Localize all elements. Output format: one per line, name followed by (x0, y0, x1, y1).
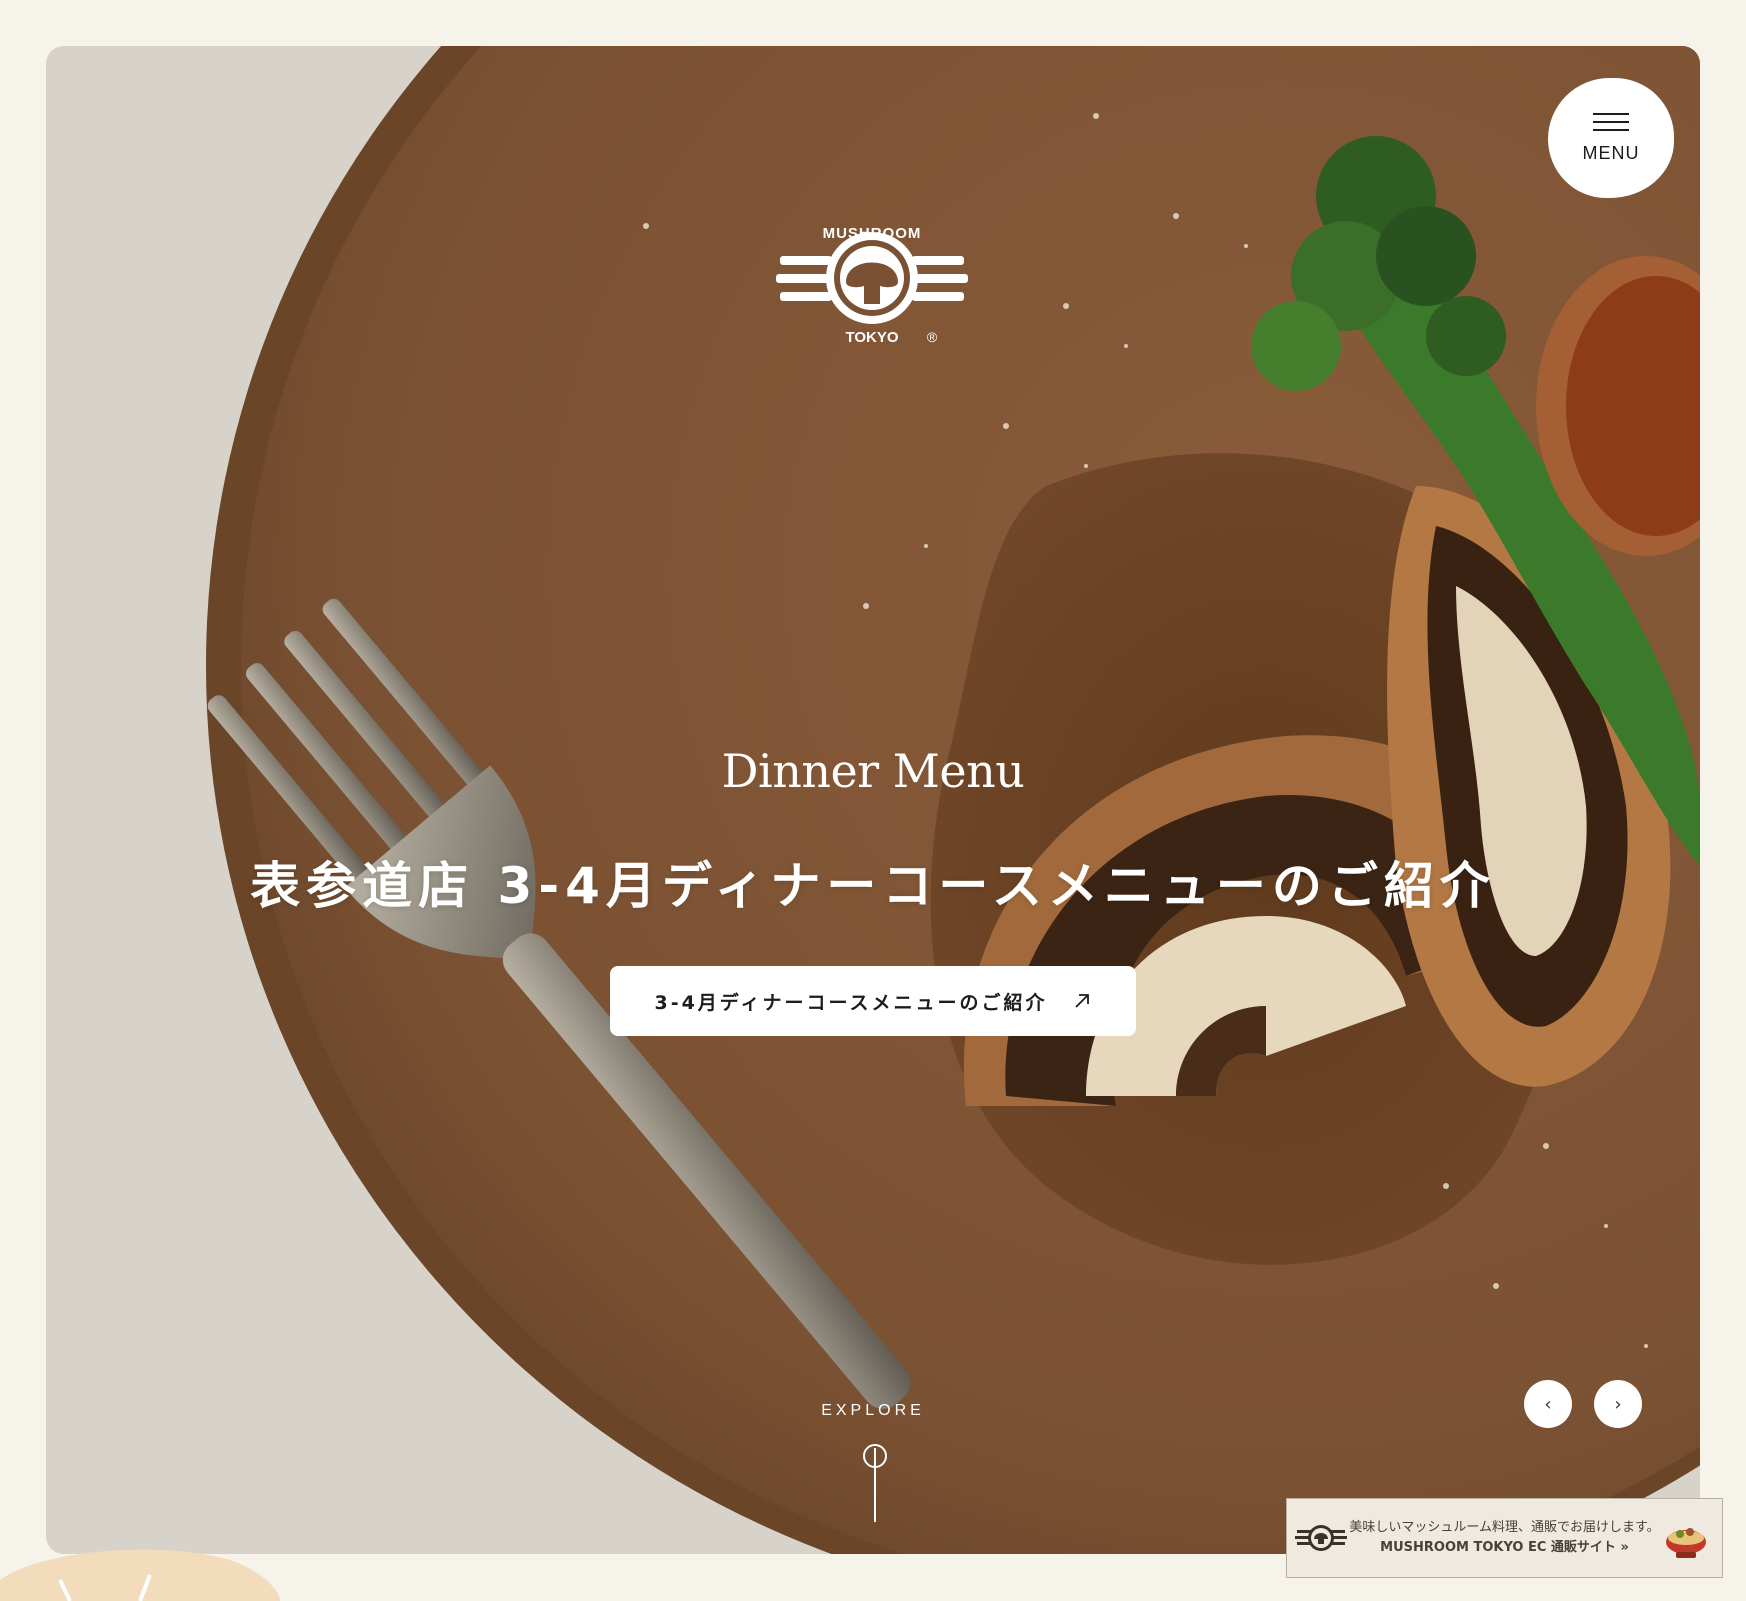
slide-subtitle: Dinner Menu (721, 744, 1025, 798)
mushroom-tokyo-mini-logo (1295, 1525, 1347, 1551)
explore-label: EXPLORE (821, 1402, 925, 1419)
cta-label: 3-4月ディナーコースメニューのご紹介 (654, 991, 1048, 1014)
chevron-right-icon: › (1614, 1393, 1622, 1415)
menu-button[interactable]: MENU (1548, 78, 1674, 198)
ec-shop-banner[interactable]: 美味しいマッシュルーム料理、通販でお届けします。 MUSHROOM TOKYO … (1286, 1498, 1723, 1578)
menu-label: MENU (1582, 142, 1640, 163)
arrow-up-right-icon (1074, 994, 1089, 1008)
pin-line-icon[interactable] (860, 1444, 890, 1522)
registered-mark: ® (927, 329, 938, 345)
dish-bowl-icon (1666, 1528, 1706, 1558)
carousel-next-button[interactable]: › (1594, 1380, 1642, 1428)
ec-banner-link-text: MUSHROOM TOKYO EC 通販サイト » (1380, 1540, 1629, 1555)
carousel-prev-button[interactable]: ‹ (1524, 1380, 1572, 1428)
decorative-corner-shape (0, 1549, 280, 1601)
ec-banner-tagline: 美味しいマッシュルーム料理、通販でお届けします。 (1349, 1520, 1660, 1535)
slide-headline: 表参道店 3-4月ディナーコースメニューのご紹介 (250, 857, 1496, 915)
mushroom-tokyo-logo[interactable]: MUSHROOM TOKYO ® (776, 216, 968, 356)
logo-text-bottom: TOKYO (845, 329, 898, 346)
hamburger-icon (1593, 112, 1629, 133)
slide-cta-button[interactable]: 3-4月ディナーコースメニューのご紹介 (610, 966, 1136, 1036)
chevron-left-icon: ‹ (1544, 1393, 1552, 1415)
